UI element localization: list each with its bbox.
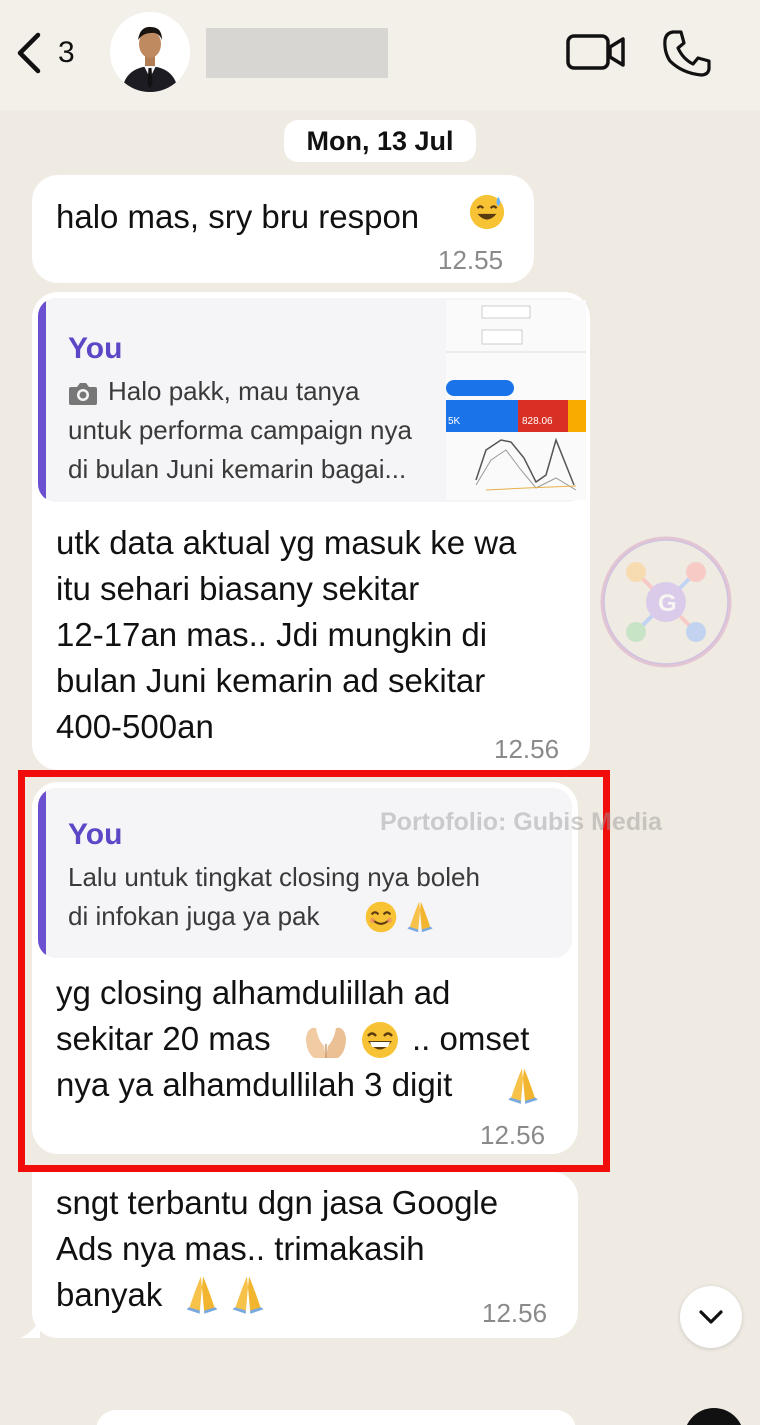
- message-text-line: bulan Juni kemarin ad sekitar: [56, 662, 486, 699]
- quote-text-line: untuk performa campaign nya: [68, 415, 412, 445]
- back-button[interactable]: 3: [14, 30, 94, 76]
- camera-icon: [69, 383, 97, 405]
- message-bubble[interactable]: sngt terbantu dgn jasa Google Ads nya ma…: [32, 1172, 578, 1338]
- quote-thumbnail[interactable]: 5K 828.06: [446, 300, 586, 500]
- watermark-logo-icon: G: [600, 536, 732, 668]
- avatar[interactable]: [110, 12, 190, 92]
- send-button[interactable]: [684, 1408, 744, 1425]
- message-text-line: utk data aktual yg masuk ke wa: [56, 524, 517, 561]
- message-bubble[interactable]: halo mas, sry bru respon 12.55: [32, 175, 534, 283]
- message-text-line: banyak: [56, 1276, 163, 1313]
- chevron-left-icon: [17, 32, 41, 74]
- message-time: 12.56: [482, 1298, 548, 1328]
- contact-photo: [110, 12, 190, 92]
- date-separator: Mon, 13 Jul: [284, 120, 476, 162]
- quote-accent-bar: [38, 298, 46, 502]
- folded-hands-emoji-icon: [232, 1276, 264, 1314]
- scroll-to-bottom-button[interactable]: [680, 1286, 742, 1348]
- unread-count: 3: [58, 36, 75, 69]
- bubble-tail: [20, 1318, 40, 1338]
- contact-name-redacted[interactable]: [206, 28, 388, 78]
- chat-header: 3: [0, 0, 760, 110]
- video-call-icon[interactable]: [565, 32, 627, 72]
- phone-call-icon[interactable]: [660, 28, 712, 78]
- thumb-value: 828.06: [522, 416, 553, 427]
- folded-hands-emoji-icon: [186, 1276, 218, 1314]
- message-input[interactable]: [96, 1410, 576, 1425]
- quote-text-line: Halo pakk, mau tanya: [108, 376, 360, 406]
- message-text-line: sngt terbantu dgn jasa Google: [56, 1184, 499, 1221]
- sweat-smile-emoji-icon: [469, 194, 505, 230]
- quote-author: You: [68, 332, 123, 365]
- message-text-line: itu sehari biasany sekitar: [56, 570, 420, 607]
- message-time: 12.55: [438, 245, 504, 275]
- watermark-text: Portofolio: Gubis Media: [380, 808, 662, 836]
- message-text-line: Ads nya mas.. trimakasih: [56, 1230, 425, 1267]
- analytics-screenshot-thumbnail: 5K 828.06: [446, 300, 586, 500]
- svg-text:G: G: [658, 590, 677, 617]
- chevron-down-icon: [699, 1310, 723, 1324]
- message-text-line: 400-500an: [56, 708, 214, 745]
- message-text-line: 12-17an mas.. Jdi mungkin di: [56, 616, 488, 653]
- thumb-value: 5K: [448, 416, 461, 427]
- message-text: halo mas, sry bru respon: [56, 198, 420, 235]
- quote-text-line: di bulan Juni kemarin bagai...: [68, 454, 407, 484]
- message-time: 12.56: [494, 734, 560, 764]
